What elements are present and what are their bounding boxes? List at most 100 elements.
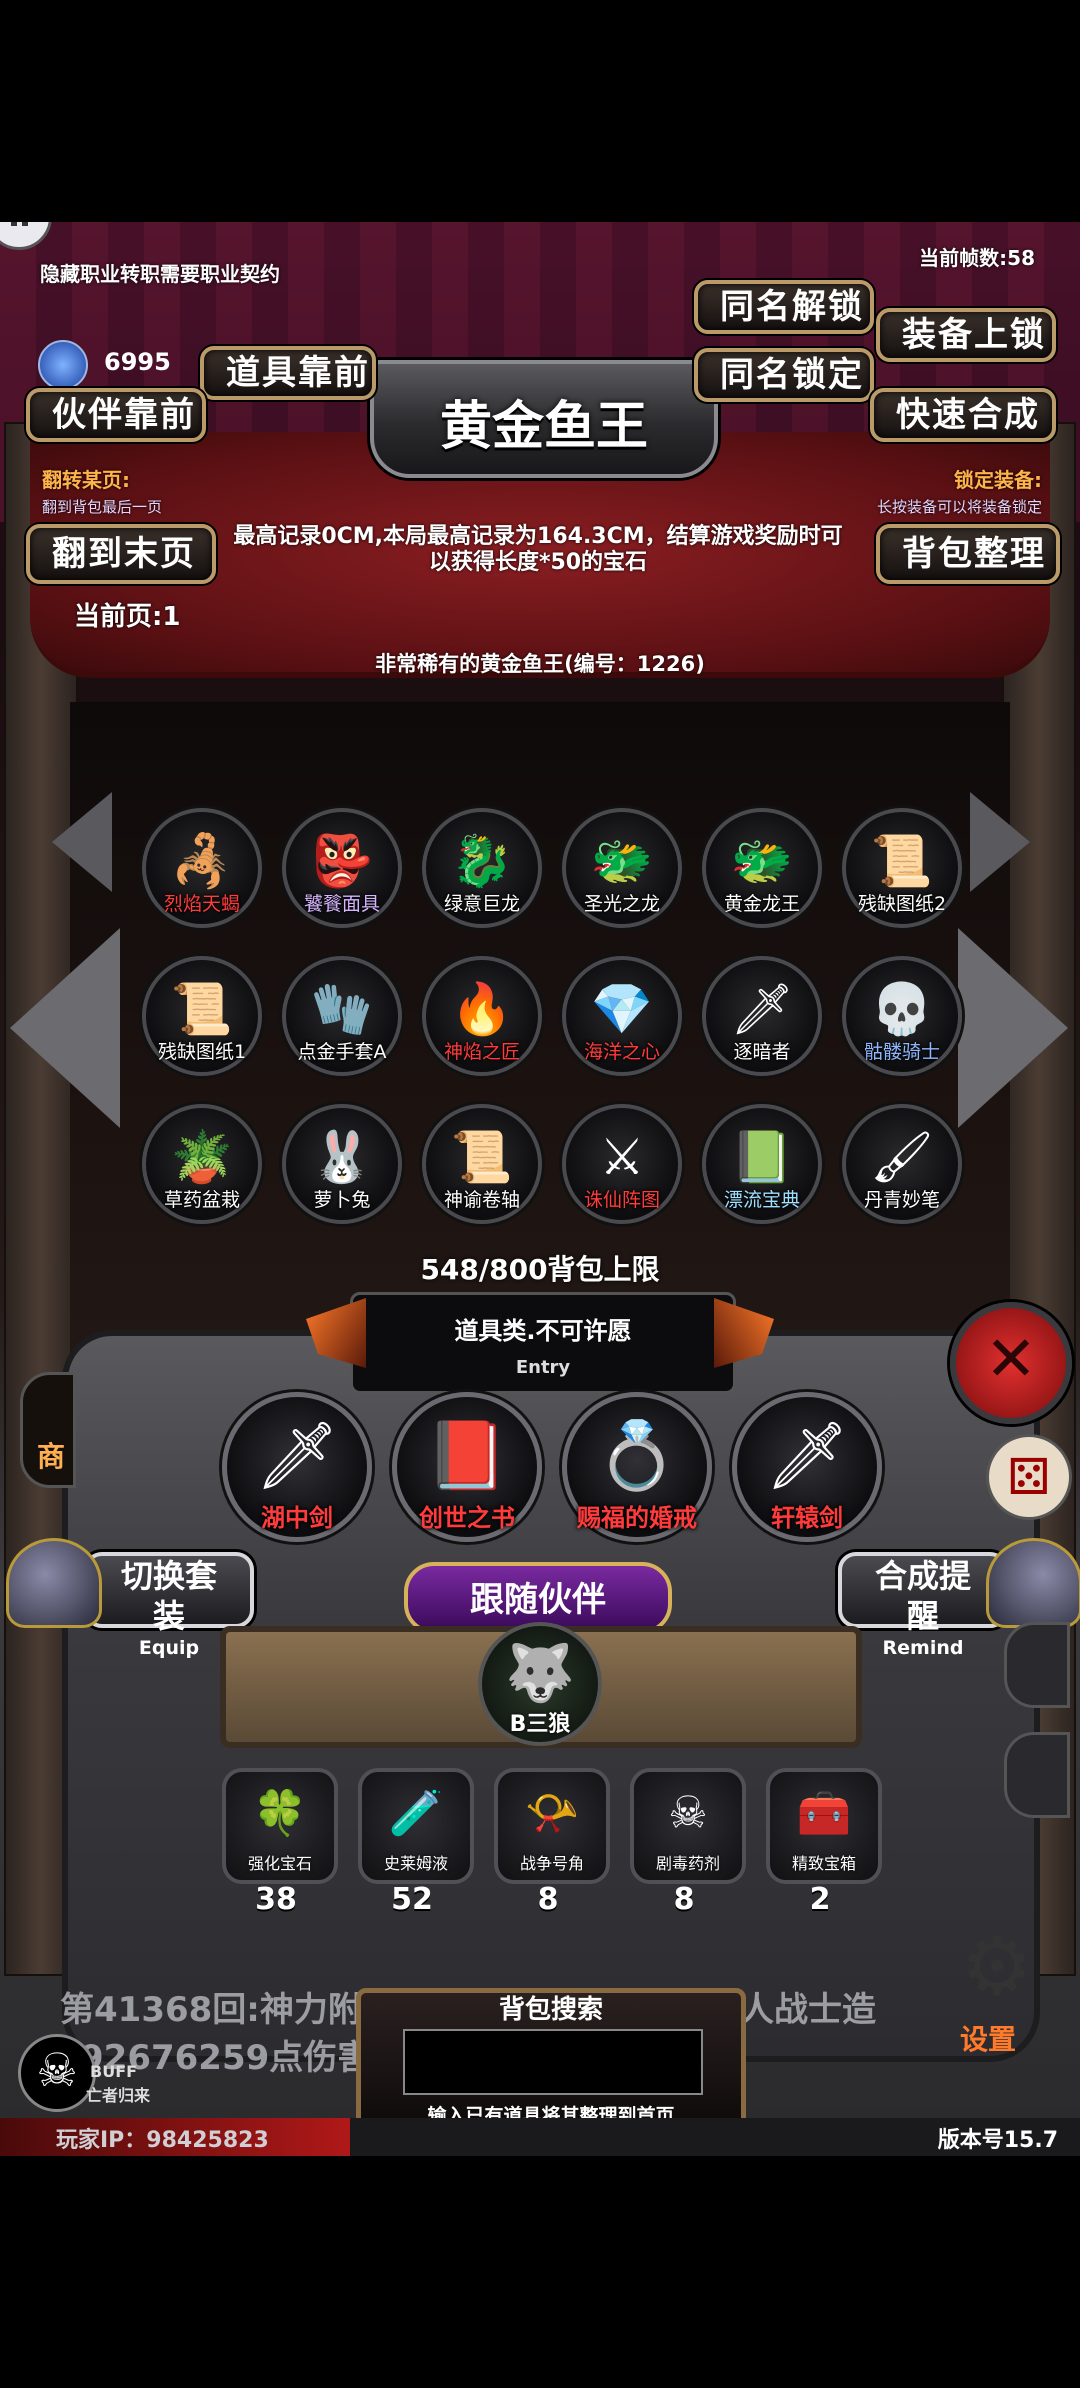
consumable-slot[interactable]: 🧪 史莱姆液 <box>358 1768 474 1884</box>
item-title: 黄金鱼王 <box>439 397 648 457</box>
consumable-label: 强化宝石 <box>247 1854 312 1873</box>
consumable-slot[interactable]: 🍀 强化宝石 <box>222 1768 338 1884</box>
blade-icon: 🗡 <box>765 1416 849 1494</box>
inventory-item-label: 萝卜兔 <box>313 1189 371 1211</box>
inventory-item-label: 残缺图纸2 <box>857 893 947 915</box>
partner-first-button[interactable]: 伙伴靠前 <box>26 388 206 442</box>
entry-plate: 道具类.不可许愿 Entry <box>350 1292 736 1394</box>
shop-button[interactable]: 商 <box>20 1372 76 1488</box>
same-name-lock-button[interactable]: 同名锁定 <box>694 348 874 402</box>
inventory-slot[interactable]: 💎 海洋之心 <box>562 956 682 1076</box>
lock-equip-desc: 长按装备可以将装备锁定 <box>876 498 1042 516</box>
inventory-slot[interactable]: 🐲 黄金龙王 <box>702 808 822 928</box>
equipped-item-label: 轩辕剑 <box>771 1504 843 1532</box>
buff-name: 亡者归来 <box>86 2086 151 2105</box>
lock-equip-title: 锁定装备: <box>954 468 1042 492</box>
flip-page-title: 翻转某页: <box>42 468 130 492</box>
consumable-count: 2 <box>809 1882 831 1917</box>
inventory-slot[interactable]: 🧤 点金手套A <box>282 956 402 1076</box>
sort-bag-button[interactable]: 背包整理 <box>876 524 1060 584</box>
equipped-slot[interactable]: 🗡 湖中剑 <box>222 1392 372 1542</box>
search-input[interactable] <box>403 2029 703 2095</box>
prev-page-arrow[interactable] <box>10 928 120 1128</box>
inventory-slot[interactable]: 📜 残缺图纸2 <box>842 808 962 928</box>
book-icon: 📕 <box>425 1416 509 1494</box>
inventory-item-label: 残缺图纸1 <box>157 1041 247 1063</box>
items-first-button[interactable]: 道具靠前 <box>200 346 376 400</box>
spear-icon: 🗡 <box>730 980 794 1039</box>
inventory-slot[interactable]: 📗 漂流宝典 <box>702 1104 822 1224</box>
scroll-icon: 📜 <box>170 980 234 1039</box>
inventory-item-label: 点金手套A <box>297 1041 387 1063</box>
search-panel: 背包搜索 输入已有道具将其整理到首页 <box>356 1988 746 2136</box>
inventory-slot[interactable]: 🐰 萝卜兔 <box>282 1104 402 1224</box>
same-name-unlock-button[interactable]: 同名解锁 <box>694 280 874 334</box>
job-contract-hint: 隐藏职业转职需要职业契约 <box>40 262 280 286</box>
settings-label: 设置 <box>960 2023 1017 2056</box>
next-page-arrow[interactable] <box>958 928 1068 1128</box>
inventory-slot[interactable]: 🗡 逐暗者 <box>702 956 822 1076</box>
partner-slot[interactable]: 🐺 B三狼 <box>478 1622 602 1746</box>
poison-icon: ☠ <box>668 1787 708 1839</box>
equipped-slot[interactable]: 🗡 轩辕剑 <box>732 1392 882 1542</box>
prev-page-small-arrow[interactable] <box>52 792 112 892</box>
title-plate: 黄金鱼王 <box>370 360 718 478</box>
close-button[interactable]: ✕ <box>950 1302 1072 1424</box>
inventory-slot[interactable]: 🔥 神焰之匠 <box>422 956 542 1076</box>
inventory-slot[interactable]: 🖌 丹青妙笔 <box>842 1104 962 1224</box>
switch-set-button[interactable]: 切换套装 Equip <box>84 1552 254 1659</box>
consumable-slot[interactable]: ☠ 剧毒药剂 <box>630 1768 746 1884</box>
mask-icon: 👺 <box>310 832 374 891</box>
book-icon: 📗 <box>730 1128 794 1187</box>
inventory-slot[interactable]: 💀 骷髅骑士 <box>842 956 962 1076</box>
settings-button[interactable]: ⚙ 设置 <box>942 1922 1052 2062</box>
blue-gem-icon <box>38 340 88 390</box>
inventory-slot[interactable]: 👺 饕餮面具 <box>282 808 402 928</box>
inventory-item-label: 逐暗者 <box>733 1041 791 1063</box>
inventory-slot[interactable]: ⚔ 诛仙阵图 <box>562 1104 682 1224</box>
inventory-slot[interactable]: 🪴 草药盆栽 <box>142 1104 262 1224</box>
next-page-small-arrow[interactable] <box>970 792 1030 892</box>
side-icon-1[interactable] <box>1004 1622 1070 1708</box>
follow-partner-title: 跟随伙伴 <box>470 1580 606 1620</box>
inventory-item-label: 漂流宝典 <box>723 1189 800 1211</box>
inventory-item-label: 绿意巨龙 <box>443 893 520 915</box>
consumable-slot[interactable]: 🧰 精致宝箱 <box>766 1768 882 1884</box>
inventory-item-label: 丹青妙笔 <box>863 1189 940 1211</box>
equipped-slot[interactable]: 💍 赐福的婚戒 <box>562 1392 712 1542</box>
switch-set-sub: Equip <box>138 1637 200 1659</box>
green-dragon-icon: 🐉 <box>450 832 514 891</box>
equipped-item-label: 赐福的婚戒 <box>577 1504 697 1532</box>
consumable-slot[interactable]: 📯 战争号角 <box>494 1768 610 1884</box>
equip-lock-button[interactable]: 装备上锁 <box>876 308 1056 362</box>
merge-remind-button[interactable]: 合成提醒 Remind <box>838 1552 1008 1659</box>
inventory-item-label: 骷髅骑士 <box>863 1041 940 1063</box>
close-icon: ✕ <box>985 1322 1037 1395</box>
inventory-slot[interactable]: 🦂 烈焰天蝎 <box>142 808 262 928</box>
wolf-partner-icon: 🐺 <box>505 1641 575 1706</box>
fps-counter: 当前帧数:58 <box>919 246 1035 270</box>
consumable-label: 战争号角 <box>519 1854 584 1873</box>
equipped-slot[interactable]: 📕 创世之书 <box>392 1392 542 1542</box>
gold-dragon-icon: 🐲 <box>590 832 654 891</box>
inventory-item-label: 海洋之心 <box>583 1041 660 1063</box>
dice-icon[interactable]: ⚄ <box>986 1434 1072 1520</box>
inventory-slot[interactable]: 📜 神谕卷轴 <box>422 1104 542 1224</box>
quick-merge-button[interactable]: 快速合成 <box>870 388 1056 442</box>
inventory-slot[interactable]: 🐉 绿意巨龙 <box>422 808 542 928</box>
side-icon-2[interactable] <box>1004 1732 1070 1818</box>
merge-remind-label: 合成提醒 <box>874 1557 971 1635</box>
skeleton-knight-icon: 💀 <box>870 980 934 1039</box>
player-ip: 玩家IP：98425823 <box>56 2128 269 2153</box>
inventory-item-label: 黄金龙王 <box>723 893 800 915</box>
consumable-label: 剧毒药剂 <box>655 1854 720 1873</box>
shop-label: 商 <box>37 1440 66 1473</box>
inventory-slot[interactable]: 🐲 圣光之龙 <box>562 808 682 928</box>
buff-badge[interactable]: ☠ <box>18 2034 96 2112</box>
inventory-slot[interactable]: 📜 残缺图纸1 <box>142 956 262 1076</box>
inventory-item-label: 圣光之龙 <box>583 893 660 915</box>
crossed-swords-icon: ⚔ <box>599 1128 645 1187</box>
battle-log-line1b: 人战士造 <box>740 1990 876 2030</box>
entry-title: 道具类.不可许愿 <box>454 1317 632 1345</box>
go-last-page-button[interactable]: 翻到末页 <box>26 524 216 584</box>
